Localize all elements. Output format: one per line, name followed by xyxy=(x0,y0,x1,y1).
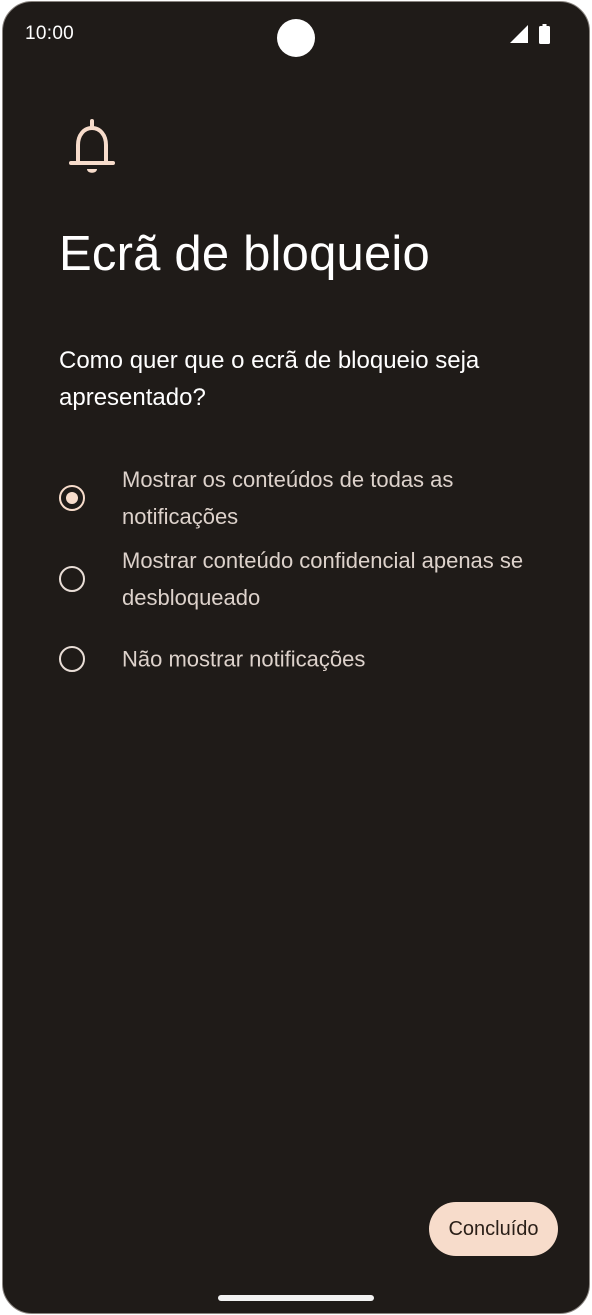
phone-screen: 10:00 Ecrã de bloqueio Como quer que o e… xyxy=(2,1,590,1314)
camera-cutout xyxy=(277,19,315,57)
status-bar: 10:00 xyxy=(3,2,589,66)
page-title: Ecrã de bloqueio xyxy=(59,227,430,281)
done-button[interactable]: Concluído xyxy=(429,1202,558,1256)
radio-button[interactable] xyxy=(59,646,85,672)
radio-button-selected[interactable] xyxy=(59,485,85,511)
cell-signal-icon xyxy=(510,25,528,43)
option-show-all-content[interactable]: Mostrar os conteúdos de todas as notific… xyxy=(3,458,589,538)
option-show-sensitive-if-unlocked[interactable]: Mostrar conteúdo confidencial apenas se … xyxy=(3,539,589,619)
option-label: Mostrar os conteúdos de todas as notific… xyxy=(122,467,454,529)
radio-button[interactable] xyxy=(59,566,85,592)
option-hide-notifications[interactable]: Não mostrar notificações xyxy=(3,619,589,699)
status-time: 10:00 xyxy=(25,23,75,44)
home-gesture-bar[interactable] xyxy=(218,1295,374,1301)
lock-screen-question: Como quer que o ecrã de bloqueio seja ap… xyxy=(59,347,480,411)
option-label: Não mostrar notificações xyxy=(122,646,366,672)
battery-icon xyxy=(539,24,550,44)
bell-icon xyxy=(69,119,115,173)
option-label: Mostrar conteúdo confidencial apenas se … xyxy=(122,548,524,610)
